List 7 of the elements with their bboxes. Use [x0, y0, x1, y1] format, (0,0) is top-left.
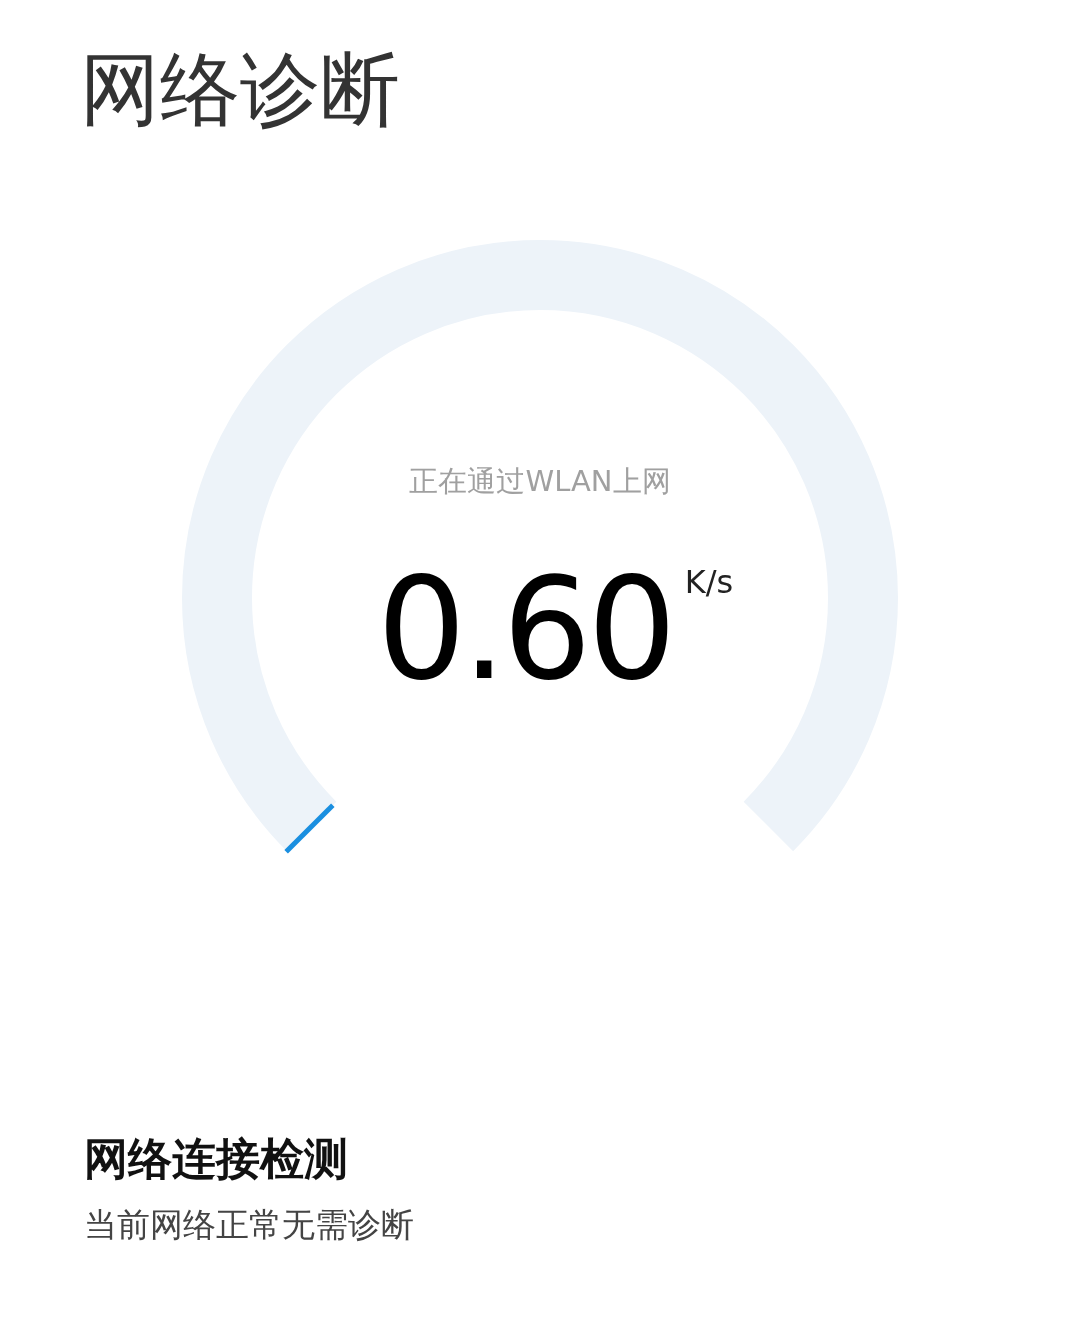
speed-unit: K/s [684, 563, 734, 601]
connection-status: 正在通过WLAN上网 [408, 463, 672, 500]
page-title: 网络诊断 [80, 42, 400, 138]
section-heading: 网络连接检测 [84, 1132, 348, 1186]
section-detail: 当前网络正常无需诊断 [84, 1204, 414, 1246]
gauge-start-tick [284, 803, 335, 854]
speed-value: 0.60 [376, 555, 673, 705]
